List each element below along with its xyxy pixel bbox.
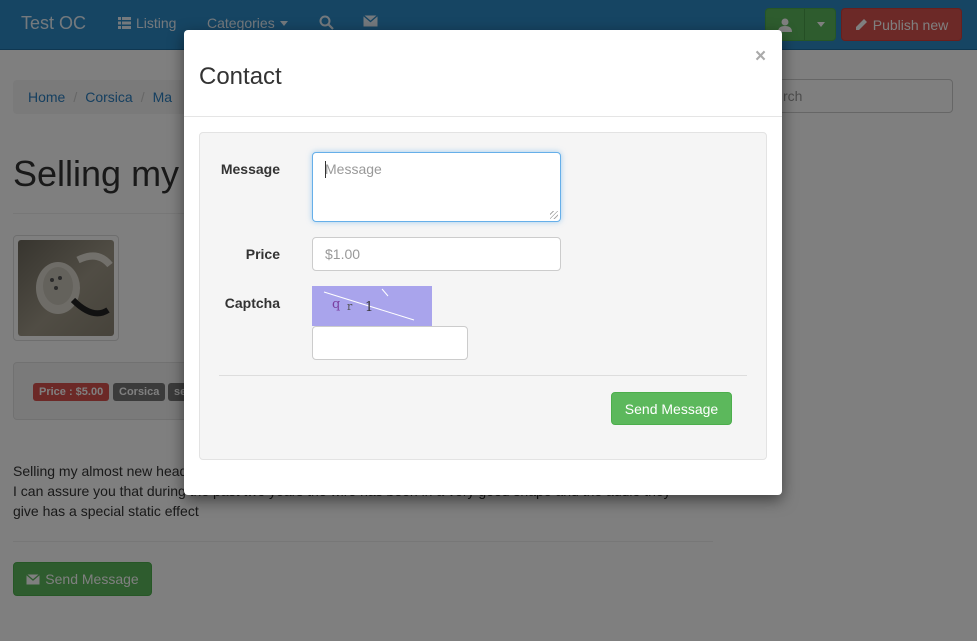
contact-form: Message Message Price $1.00 Captcha q r …: [199, 132, 767, 460]
svg-text:1: 1: [365, 300, 373, 315]
captcha-label: Captcha: [224, 295, 280, 311]
contact-modal: Contact × Message Message Price $1.00 Ca…: [184, 30, 782, 495]
message-placeholder: Message: [325, 161, 382, 177]
captcha-input[interactable]: [312, 326, 468, 360]
form-divider: [219, 375, 747, 376]
price-input[interactable]: $1.00: [312, 237, 561, 271]
modal-header-divider: [184, 116, 782, 117]
close-icon[interactable]: ×: [755, 46, 766, 68]
price-label: Price: [245, 246, 280, 262]
resize-handle[interactable]: [550, 211, 558, 219]
modal-title: Contact: [199, 63, 282, 90]
svg-text:q: q: [332, 297, 340, 312]
modal-send-message-button[interactable]: Send Message: [611, 392, 732, 425]
text-caret: [325, 161, 326, 178]
svg-text:r: r: [347, 300, 353, 313]
captcha-image: q r 1: [312, 286, 432, 326]
message-label: Message: [220, 161, 280, 177]
message-textarea[interactable]: Message: [312, 152, 561, 222]
